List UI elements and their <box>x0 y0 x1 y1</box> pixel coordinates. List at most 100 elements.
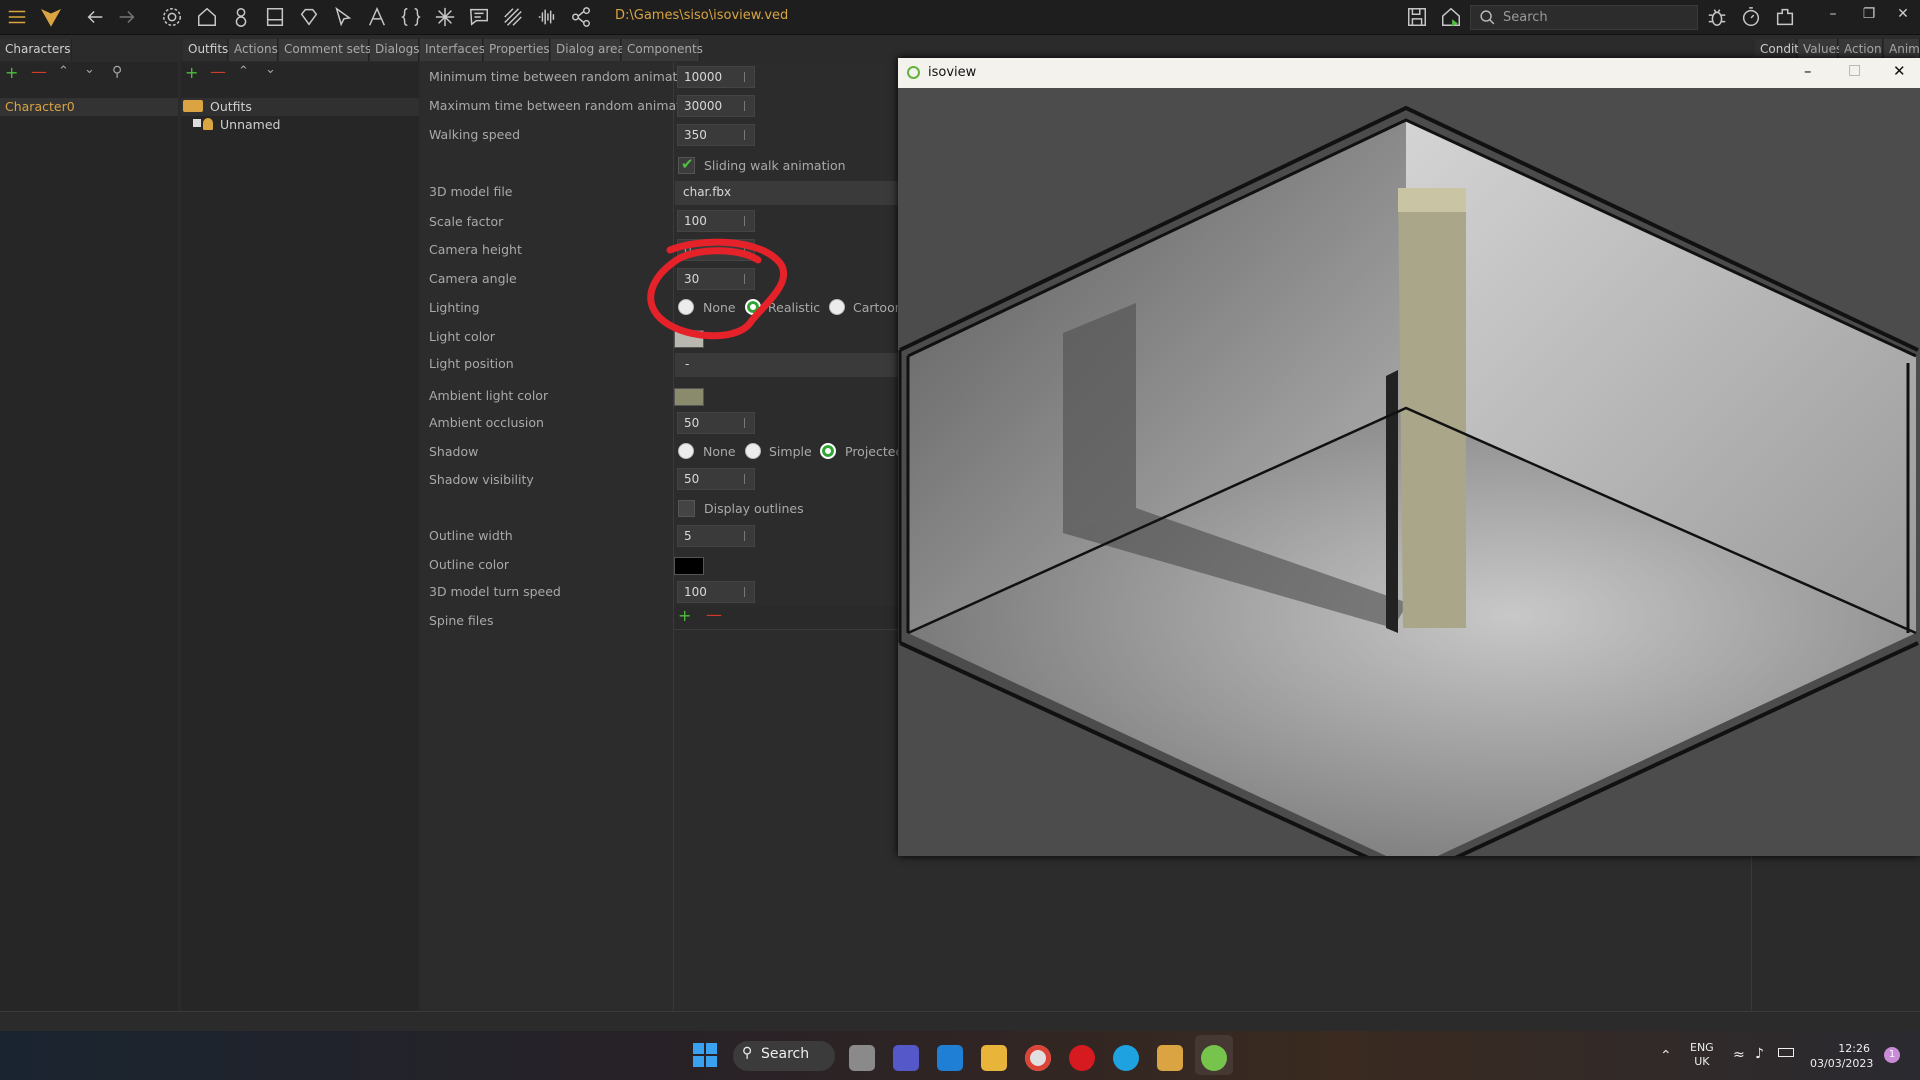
tab-comment-sets[interactable]: Comment sets <box>279 39 369 61</box>
shadow <box>1063 303 1136 533</box>
model-file-label: 3D model file <box>429 184 512 199</box>
remove-spine-icon[interactable]: — <box>706 605 722 624</box>
tab-outfits[interactable]: Outfits <box>183 39 228 61</box>
active-app-highlight <box>1195 1035 1233 1075</box>
save-icon[interactable] <box>1404 4 1430 30</box>
walk-speed-input[interactable]: 350 <box>677 124 755 146</box>
back-icon[interactable] <box>82 4 108 30</box>
search-icon[interactable]: ⚲ <box>112 64 122 80</box>
light-color-label: Light color <box>429 329 495 344</box>
tab-characters[interactable]: Characters <box>0 39 72 61</box>
chrome-icon[interactable] <box>1025 1045 1051 1071</box>
bug-icon[interactable] <box>1704 4 1730 30</box>
ambient-color-swatch[interactable] <box>674 388 704 406</box>
move-up-icon[interactable]: ⌃ <box>58 64 69 79</box>
outfit-item[interactable]: Unnamed <box>193 116 419 134</box>
room-icon[interactable] <box>262 4 288 30</box>
outline-width-input[interactable]: 5 <box>677 525 755 547</box>
maximize-button[interactable]: □ <box>1848 62 1861 78</box>
gear-icon[interactable] <box>159 4 185 30</box>
shadow-simple-label: Simple <box>769 444 812 459</box>
visionaire-icon[interactable] <box>1157 1045 1183 1071</box>
shadow-none-radio[interactable] <box>678 443 694 459</box>
chevron-up-icon[interactable]: ⌃ <box>1660 1048 1672 1064</box>
light-pos-input[interactable]: - <box>675 353 905 377</box>
share-nodes-icon[interactable] <box>568 4 594 30</box>
font-icon[interactable] <box>364 4 390 30</box>
forward-icon[interactable] <box>114 4 140 30</box>
minimize-button[interactable]: – <box>1804 62 1812 80</box>
lang-region: UK <box>1690 1055 1714 1069</box>
shadow-vis-input[interactable]: 50 <box>677 468 755 490</box>
shadow-simple-radio[interactable] <box>745 443 761 459</box>
close-button[interactable]: ✕ <box>1890 6 1916 28</box>
max-anim-input[interactable]: 30000 <box>677 95 755 117</box>
edge-icon[interactable] <box>1113 1045 1139 1071</box>
outfits-root-label: Outfits <box>210 99 252 114</box>
wifi-icon[interactable]: ≈ <box>1733 1047 1745 1063</box>
dialog-icon[interactable] <box>466 4 492 30</box>
tab-actions[interactable]: Actions <box>229 39 278 61</box>
lighting-cartoon-label: Cartoon <box>853 300 903 315</box>
search-input[interactable]: Search <box>1470 5 1698 30</box>
task-view-icon[interactable] <box>849 1045 875 1071</box>
taskbar-search[interactable]: ⚲ Search <box>733 1041 835 1071</box>
outfits-root[interactable]: Outfits <box>181 98 419 116</box>
outlines-checkbox[interactable] <box>678 500 695 517</box>
list-item[interactable]: Character0 <box>0 98 178 116</box>
minimize-button[interactable]: – <box>1820 6 1846 28</box>
gem-icon[interactable] <box>296 4 322 30</box>
turn-speed-input[interactable]: 100 <box>677 581 755 603</box>
audio-wave-icon[interactable] <box>534 4 560 30</box>
remove-character-icon[interactable]: — <box>31 62 47 81</box>
min-anim-input[interactable]: 10000 <box>677 66 755 88</box>
tab-components[interactable]: Components <box>622 39 700 61</box>
max-anim-label: Maximum time between random animation <box>429 98 700 113</box>
plugin-icon[interactable] <box>1772 4 1798 30</box>
scale-input[interactable]: 100 <box>677 210 755 232</box>
notification-badge[interactable]: 1 <box>1884 1047 1900 1063</box>
script-braces-icon[interactable] <box>398 4 424 30</box>
hatch-icon[interactable] <box>500 4 526 30</box>
timer-icon[interactable] <box>1738 4 1764 30</box>
home-icon[interactable] <box>194 4 220 30</box>
add-character-icon[interactable]: + <box>5 63 18 82</box>
shadow-label: Shadow <box>429 444 478 459</box>
cursor-icon[interactable] <box>330 4 356 30</box>
menu-icon[interactable] <box>4 4 30 30</box>
shadow-projected-radio[interactable] <box>820 443 836 459</box>
opera-icon[interactable] <box>1069 1045 1095 1071</box>
language-indicator[interactable]: ENG UK <box>1690 1041 1714 1069</box>
move-down-icon[interactable]: ⌄ <box>84 62 95 77</box>
restore-button[interactable]: ❐ <box>1856 6 1882 28</box>
sliding-checkbox[interactable]: ✔ <box>678 157 695 174</box>
tab-dialog-area[interactable]: Dialog area <box>551 39 621 61</box>
teams-icon[interactable] <box>893 1045 919 1071</box>
model-file-input[interactable]: char.fbx <box>675 181 905 205</box>
volume-icon[interactable]: ♪ <box>1755 1046 1764 1062</box>
home-run-icon[interactable] <box>1438 4 1464 30</box>
particles-icon[interactable] <box>432 4 458 30</box>
lighting-cartoon-radio[interactable] <box>829 299 845 315</box>
move-down-icon[interactable]: ⌄ <box>265 62 276 77</box>
tab-properties[interactable]: Properties <box>484 39 550 61</box>
ambient-occ-input[interactable]: 50 <box>677 412 755 434</box>
windows-start-icon[interactable] <box>693 1043 717 1067</box>
outline-color-swatch[interactable] <box>674 557 704 575</box>
clock[interactable]: 12:26 03/03/2023 <box>1810 1041 1870 1071</box>
isometric-room-scene <box>898 88 1920 856</box>
add-outfit-icon[interactable]: + <box>185 63 198 82</box>
tab-interfaces[interactable]: Interfaces <box>420 39 483 61</box>
ambient-color-label: Ambient light color <box>429 388 548 403</box>
tab-dialogs[interactable]: Dialogs <box>370 39 419 61</box>
shadow-none-label: None <box>703 444 736 459</box>
mail-icon[interactable] <box>937 1045 963 1071</box>
battery-icon[interactable] <box>1778 1048 1794 1057</box>
file-explorer-icon[interactable] <box>981 1045 1007 1071</box>
remove-outfit-icon[interactable]: — <box>210 62 226 81</box>
character-icon[interactable] <box>228 4 254 30</box>
move-up-icon[interactable]: ⌃ <box>238 64 249 79</box>
close-button[interactable]: ✕ <box>1893 62 1906 80</box>
add-spine-icon[interactable]: + <box>678 606 691 625</box>
expand-icon[interactable] <box>193 119 201 127</box>
